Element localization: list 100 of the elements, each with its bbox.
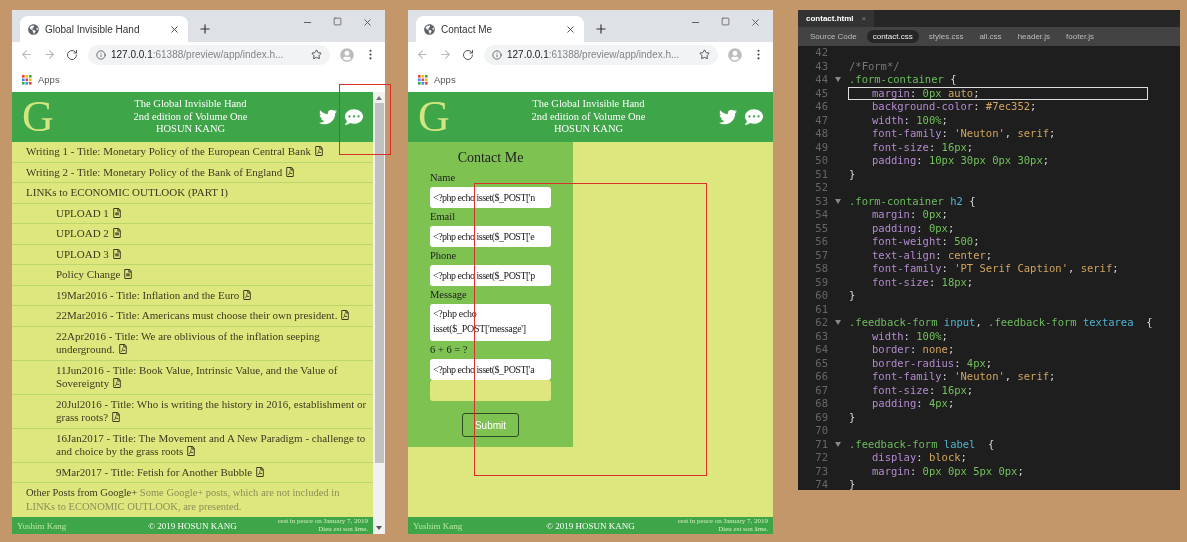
close-tab-button[interactable]: × [861, 14, 867, 23]
code-line: font-family: 'Neuton', serif; [871, 127, 1057, 141]
close-window-icon[interactable] [750, 17, 761, 28]
bird-icon[interactable] [319, 108, 337, 126]
pdf-file-icon [340, 310, 351, 320]
line-number: 44 [814, 73, 828, 87]
code-line: margin: 0px 0px 5px 0px; [871, 464, 1025, 478]
article-link[interactable]: 16Jan2017 - Title: The Movement and A New Paradigm - challenge to and choice by the grass roots [12, 428, 373, 463]
code-line: /*Form*/ [848, 59, 901, 73]
line-number: 43 [814, 59, 828, 73]
related-file-tab[interactable]: footer.js [1060, 30, 1101, 43]
line-number: 67 [814, 383, 828, 397]
reload-icon[interactable] [66, 48, 78, 61]
pdf-file-icon [255, 466, 266, 477]
scroll-down-arrow-icon[interactable] [376, 525, 382, 531]
apps-grid-icon [22, 74, 32, 85]
related-file-tab[interactable]: all.css [973, 30, 1008, 43]
star-icon[interactable] [311, 49, 322, 60]
pdf-file-icon [313, 146, 324, 156]
line-number: 51 [814, 167, 828, 181]
article-link[interactable]: 22Apr2016 - Title: We are oblivious of the inflation seeping underground. [12, 326, 373, 361]
input-field[interactable] [430, 380, 551, 401]
line-number: 60 [814, 289, 828, 303]
form-title: Contact Me [456, 150, 525, 166]
fold-arrow-icon[interactable] [835, 441, 841, 447]
address-field[interactable]: 127.0.0.1:61388/preview/app/index.h... [484, 44, 718, 65]
close-tab-icon[interactable] [169, 23, 180, 35]
header-title-line: The Global Invisible Hand [532, 98, 645, 111]
article-link[interactable]: 22Mar2016 - Title: Americans must choose their own president. [12, 306, 373, 327]
article-link[interactable]: UPLOAD 2 [12, 224, 373, 245]
code-line: .feedback-form label { [848, 437, 996, 451]
apps-bookmark[interactable]: Apps [418, 74, 456, 85]
close-window-icon[interactable] [362, 17, 373, 28]
article-link[interactable]: Policy Change [12, 265, 373, 286]
address-field[interactable]: 127.0.0.1:61388/preview/app/index.h... [88, 44, 330, 65]
chat-icon[interactable] [745, 108, 763, 126]
browser-tab[interactable]: Global Invisible Hand [20, 16, 188, 42]
input-field[interactable]: <?php echo isset($_POST['a [430, 359, 551, 380]
line-number: 69 [814, 410, 828, 424]
line-number: 74 [814, 478, 828, 490]
input-field[interactable]: <?php echo isset($_POST['e [430, 226, 551, 247]
article-link[interactable]: 9Mar2017 - Title: Fetish for Another Bubble [12, 462, 373, 483]
article-link[interactable]: 20Jul2016 - Title: Who is writing the history in 2016, establishment or grass roots? [12, 394, 373, 429]
code-line: .form-container h2 { [848, 194, 977, 208]
code-line: } [848, 167, 857, 181]
code-line: border-radius: 4px; [871, 356, 994, 370]
related-file-tab[interactable]: contact.css [866, 30, 919, 43]
related-file-tab[interactable]: styles.css [922, 30, 970, 43]
maximize-icon[interactable] [721, 17, 730, 26]
code-line: font-family: 'PT Serif Caption', serif; [871, 262, 1120, 276]
scroll-up-arrow-icon[interactable] [376, 95, 382, 101]
apps-bookmark[interactable]: Apps [22, 74, 60, 85]
line-number: 58 [814, 262, 828, 276]
line-number: 68 [814, 397, 828, 411]
article-link[interactable]: UPLOAD 3 [12, 244, 373, 265]
line-number: 71 [814, 437, 828, 451]
code-line: font-size: 16px; [871, 140, 975, 154]
line-number: 73 [814, 464, 828, 478]
line-number: 63 [814, 329, 828, 343]
article-link[interactable]: Writing 2 - Title: Monetary Policy of the Bank of England [12, 162, 373, 183]
field-label: 6 + 6 = ? [430, 344, 469, 355]
article-link[interactable]: UPLOAD 1 [12, 203, 373, 224]
new-tab-icon[interactable] [198, 22, 212, 36]
close-tab-icon[interactable] [565, 23, 576, 35]
scrollbar[interactable] [373, 92, 385, 534]
code-line: padding: 4px; [871, 397, 956, 411]
article-link[interactable]: 19Mar2016 - Title: Inflation and the Euro [12, 285, 373, 306]
browser-tab[interactable]: Contact Me [416, 16, 584, 42]
fold-arrow-icon[interactable] [835, 77, 841, 83]
star-icon[interactable] [699, 49, 710, 60]
line-number: 70 [814, 424, 828, 438]
line-number: 56 [814, 235, 828, 249]
line-number: 52 [814, 181, 828, 195]
article-link[interactable]: LINKs to ECONOMIC OUTLOOK (PART I) [12, 183, 373, 204]
apps-grid-icon [418, 74, 428, 85]
pdf-file-icon [186, 446, 197, 456]
article-link[interactable]: 11Jun2016 - Title: Book Value, Intrinsic Value, and the Value of Sovereignty [12, 360, 373, 395]
pdf-file-icon [285, 166, 296, 177]
line-number: 50 [814, 154, 828, 168]
fold-arrow-icon[interactable] [835, 320, 841, 326]
code-line: font-size: 16px; [871, 383, 975, 397]
line-number: 55 [814, 221, 828, 235]
pdf-file-icon [111, 412, 122, 422]
chat-icon[interactable] [345, 108, 363, 126]
document-tab[interactable]: contact.html × [798, 10, 875, 27]
related-file-tab[interactable]: Source Code [804, 30, 863, 43]
code-line: } [848, 410, 857, 424]
highlight-frame [339, 84, 391, 155]
bird-icon[interactable] [719, 108, 737, 126]
fold-arrow-icon[interactable] [835, 198, 841, 204]
related-file-tab[interactable]: header.js [1011, 30, 1057, 43]
input-field[interactable]: <?php echo isset($_POST['n [430, 187, 551, 208]
footer-name: Yushim Kang [17, 520, 68, 531]
input-field[interactable]: <?php echo isset($_POST['p [430, 265, 551, 286]
footer-name: Yushim Kang [413, 520, 464, 531]
reload-icon[interactable] [462, 48, 474, 61]
line-number: 54 [814, 208, 828, 222]
article-link[interactable]: Writing 1 - Title: Monetary Policy of the European Central Bank [12, 142, 373, 163]
maximize-icon[interactable] [333, 17, 342, 26]
new-tab-icon[interactable] [594, 22, 608, 36]
